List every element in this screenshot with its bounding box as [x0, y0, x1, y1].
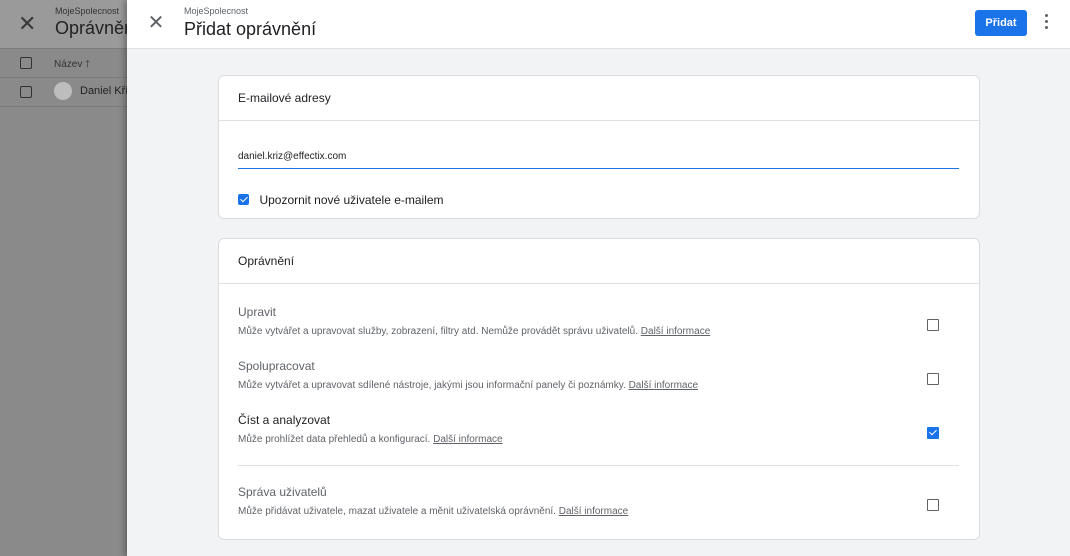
notify-users-option[interactable]: Upozornit nové uživatele e-mailem: [238, 191, 444, 207]
permission-checkbox-collaborate[interactable]: [927, 373, 939, 385]
background-table-row: Daniel Kříž: [0, 78, 134, 107]
background-table-header: Název 🡑: [0, 49, 127, 78]
permission-divider: [238, 465, 959, 466]
permission-item-edit: Upravit Může vytvářet a upravovat služby…: [238, 305, 959, 337]
sort-arrow-icon: 🡑: [85, 59, 91, 70]
permission-title: Spolupracovat: [238, 359, 315, 373]
panel-header: ✕ MojeSpolecnost Přidat oprávnění Přidat: [127, 0, 1070, 49]
background-select-all-checkbox: [20, 57, 32, 69]
permission-checkbox-edit[interactable]: [927, 319, 939, 331]
permission-title: Číst a analyzovat: [238, 413, 331, 427]
permission-checkbox-read-analyze[interactable]: [927, 427, 939, 439]
add-button[interactable]: Přidat: [975, 10, 1027, 36]
avatar-icon: [54, 82, 72, 100]
background-header: ✕ MojeSpolecnost Oprávnění: [0, 0, 139, 49]
background-page: ✕ MojeSpolecnost Oprávnění Název 🡑 Danie…: [0, 0, 139, 556]
permission-item-collaborate: Spolupracovat Může vytvářet a upravovat …: [238, 359, 959, 391]
background-user-name: Daniel Kříž: [80, 85, 134, 97]
learn-more-link[interactable]: Další informace: [629, 380, 698, 391]
more-vert-icon[interactable]: [1041, 14, 1051, 34]
permission-desc: Může přidávat uživatele, mazat uživatele…: [238, 506, 556, 517]
close-icon[interactable]: ✕: [145, 12, 167, 34]
notify-checkbox[interactable]: [238, 194, 249, 206]
background-row-checkbox: [20, 86, 32, 98]
permission-title: Správa uživatelů: [238, 485, 327, 499]
permissions-section-title: Oprávnění: [219, 239, 979, 284]
panel-subtitle: MojeSpolecnost: [184, 6, 249, 16]
permission-item-read-analyze: Číst a analyzovat Může prohlížet data př…: [238, 413, 959, 445]
email-section-title: E-mailové adresy: [219, 76, 979, 121]
permission-desc: Může prohlížet data přehledů a konfigura…: [238, 434, 431, 445]
email-card: E-mailové adresy Upozornit nové uživatel…: [218, 75, 980, 219]
notify-label: Upozornit nové uživatele e-mailem: [259, 192, 444, 207]
learn-more-link[interactable]: Další informace: [433, 434, 502, 445]
email-input[interactable]: [238, 146, 959, 169]
background-close-icon: ✕: [18, 11, 37, 36]
learn-more-link[interactable]: Další informace: [641, 326, 710, 337]
permission-item-manage-users: Správa uživatelů Může přidávat uživatele…: [238, 485, 959, 517]
learn-more-link[interactable]: Další informace: [559, 506, 628, 517]
add-permission-panel: ✕ MojeSpolecnost Přidat oprávnění Přidat…: [127, 0, 1070, 556]
permission-desc: Může vytvářet a upravovat služby, zobraz…: [238, 326, 638, 337]
permissions-card: Oprávnění Upravit Může vytvářet a upravo…: [218, 238, 980, 540]
background-subtitle: MojeSpolecnost: [55, 6, 120, 16]
permission-checkbox-manage-users[interactable]: [927, 499, 939, 511]
permission-title: Upravit: [238, 305, 277, 319]
background-column-name: Název: [54, 59, 83, 70]
panel-title: Přidat oprávnění: [184, 19, 317, 39]
permission-desc: Může vytvářet a upravovat sdílené nástro…: [238, 380, 626, 391]
